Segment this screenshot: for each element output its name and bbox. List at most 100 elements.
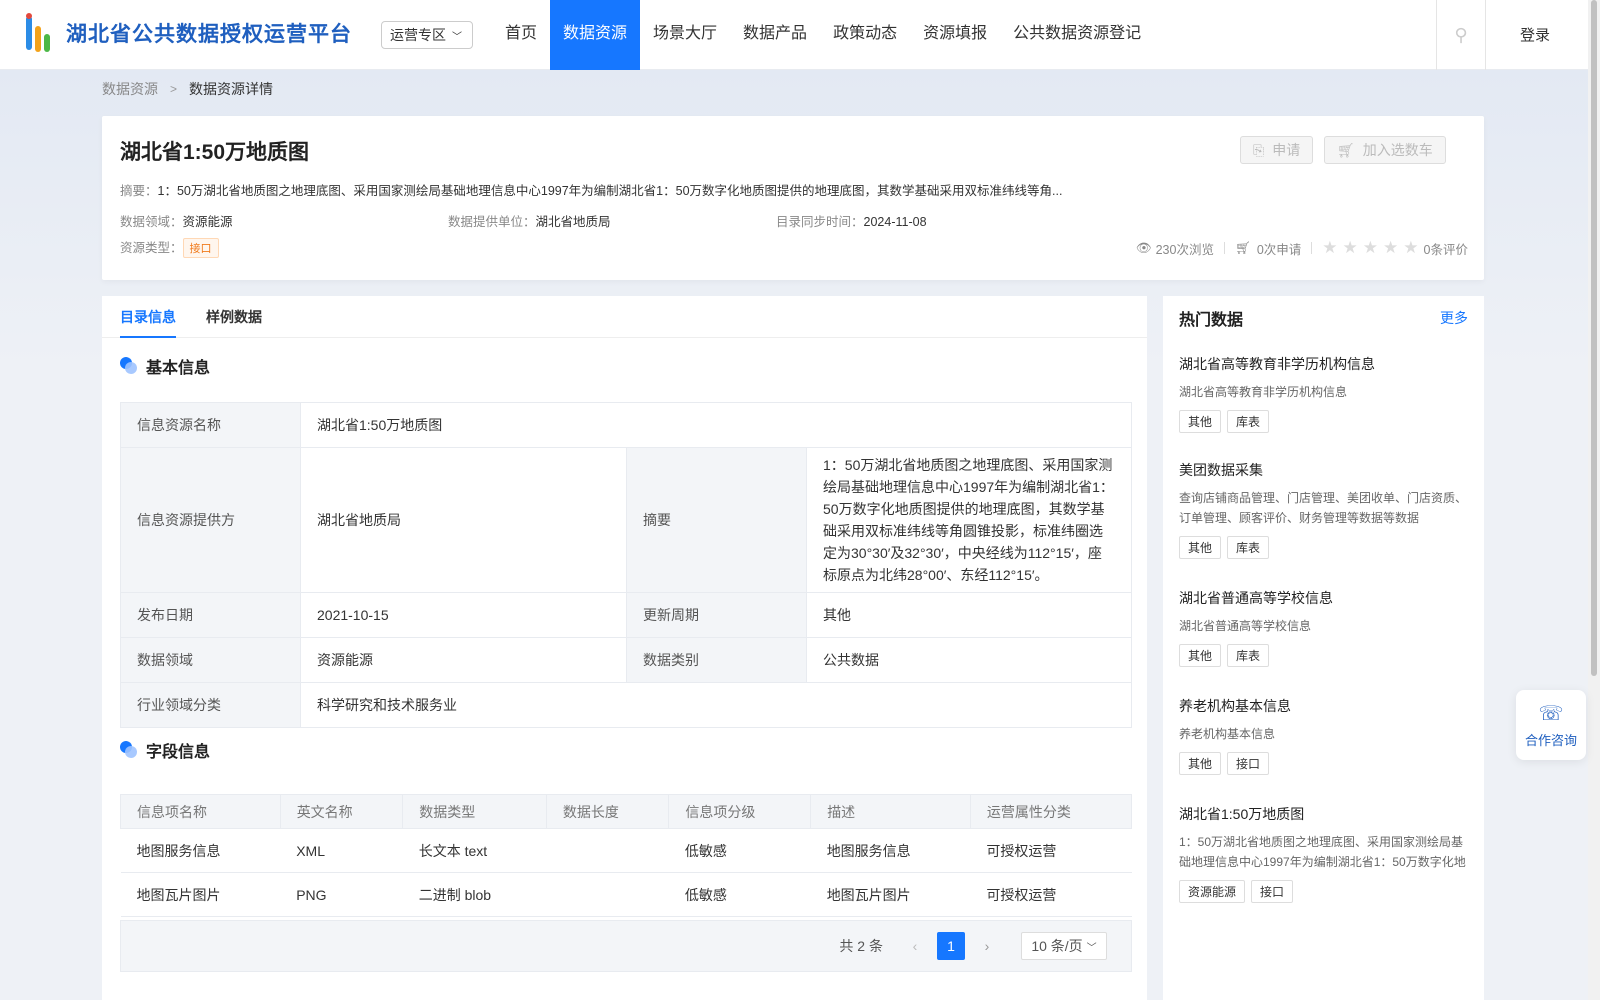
login-link[interactable]: 登录 (1520, 24, 1550, 45)
table-row: 信息资源名称 湖北省1:50万地质图 (120, 402, 1132, 448)
domain-value: 资源能源 (182, 215, 233, 229)
main-panel: 目录信息 样例数据 基本信息 信息资源名称 湖北省1:50万地质图 信息资源提供方… (102, 296, 1147, 1000)
hot-item[interactable]: 美团数据采集 查询店铺商品管理、门店管理、美团收单、门店资质、订单管理、顾客评价、… (1179, 460, 1469, 559)
type-badge: 接口 (182, 238, 219, 258)
table-header-row: 信息项名称 英文名称 数据类型 数据长度 信息项分级 描述 运营属性分类 (120, 794, 1133, 829)
cell-value: 科学研究和技术服务业 (300, 682, 1132, 728)
table-row: 地图瓦片图片 PNG 二进制 blob 低敏感 地图瓦片图片 可授权运营 (120, 872, 1132, 917)
consult-button[interactable]: ☏ 合作咨询 (1516, 690, 1586, 760)
eye-icon: 👁︎ (1135, 240, 1152, 255)
cell-value: 资源能源 (300, 637, 627, 683)
column-header: 运营属性分类 (969, 794, 1133, 829)
nav-registration[interactable]: 公共数据资源登记 (1000, 0, 1154, 70)
hot-item-tags: 其他 库表 (1179, 536, 1469, 559)
reviews-count: 0条评价 (1423, 242, 1468, 257)
field-info-title: 字段信息 (146, 744, 211, 761)
table-cell: PNG (280, 872, 403, 917)
star-icon: ★ (1322, 238, 1338, 257)
scrollbar[interactable] (1588, 0, 1600, 1000)
tag: 接口 (1251, 880, 1294, 903)
more-link[interactable]: 更多 (1440, 308, 1468, 328)
cell-key: 更新周期 (626, 592, 807, 638)
zone-dropdown[interactable]: 运营专区 ﹀ (381, 21, 473, 49)
tag: 资源能源 (1179, 880, 1246, 903)
cell-key: 摘要 (626, 447, 807, 593)
tab-bar: 目录信息 样例数据 (102, 296, 1147, 338)
hot-item[interactable]: 养老机构基本信息 养老机构基本信息 其他 接口 (1179, 696, 1469, 775)
cell-value: 其他 (806, 592, 1132, 638)
hot-item-name[interactable]: 养老机构基本信息 (1179, 696, 1469, 716)
scrollbar-thumb[interactable] (1591, 0, 1597, 676)
hot-item[interactable]: 湖北省1:50万地质图 1：50万湖北省地质图之地理底图、采用国家测绘局基础地理信… (1179, 804, 1469, 903)
fields-table: 信息项名称 英文名称 数据类型 数据长度 信息项分级 描述 运营属性分类 地图服务信息 XML… (120, 794, 1133, 917)
phone-icon: ☏ (1538, 703, 1564, 725)
cell-key: 行业领域分类 (120, 682, 301, 728)
nav-home[interactable]: 首页 (492, 0, 550, 70)
hot-item-name[interactable]: 湖北省高等教育非学历机构信息 (1179, 354, 1469, 374)
search-icon: ⚲ (1454, 24, 1468, 45)
type-info: 资源类型： 接口 (120, 237, 219, 258)
cell-value: 1：50万湖北省地质图之地理底图、采用国家测绘局基础地理信息中心1997年为编制… (806, 447, 1132, 593)
hot-item[interactable]: 湖北省高等教育非学历机构信息 湖北省高等教育非学历机构信息 其他 库表 (1179, 354, 1469, 433)
tab-sample-data[interactable]: 样例数据 (206, 296, 262, 337)
cart-icon: 🛒︎ (1337, 141, 1355, 158)
chevron-right-icon: > (170, 82, 178, 96)
hot-item-tags: 其他 库表 (1179, 410, 1469, 433)
divider (1311, 242, 1313, 254)
page-number[interactable]: 1 (937, 932, 965, 960)
summary: 摘要：1：50万湖北省地质图之地理底图、采用国家测绘局基础地理信息中心1997年… (120, 180, 1110, 199)
tab-catalog-info[interactable]: 目录信息 (120, 296, 176, 338)
tag: 库表 (1227, 644, 1270, 667)
nav-resource-fill[interactable]: 资源填报 (910, 0, 1000, 70)
hot-item-name[interactable]: 美团数据采集 (1179, 460, 1469, 480)
table-cell: 地图瓦片图片 (120, 872, 281, 917)
apply-label: 申请 (1272, 142, 1301, 158)
total-count: 共 2 条 (839, 938, 883, 954)
table-row: 地图服务信息 XML 长文本 text 低敏感 地图服务信息 可授权运营 (120, 828, 1132, 873)
tag: 库表 (1227, 536, 1270, 559)
logo[interactable]: 湖北省公共数据授权运营平台 (18, 10, 352, 56)
hot-item-desc: 湖北省高等教育非学历机构信息 (1179, 385, 1348, 399)
star-icon: ★ (1403, 238, 1419, 257)
hot-item-name[interactable]: 湖北省普通高等学校信息 (1179, 588, 1469, 608)
sync-info: 目录同步时间：2024-11-08 (776, 211, 927, 230)
hot-item-desc: 湖北省普通高等学校信息 (1179, 619, 1312, 633)
hot-data-title: 热门数据 (1179, 312, 1244, 329)
search-button[interactable]: ⚲ (1436, 0, 1486, 70)
table-row: 行业领域分类 科学研究和技术服务业 (120, 682, 1132, 728)
hot-item-name[interactable]: 湖北省1:50万地质图 (1179, 804, 1469, 824)
hot-item-tags: 其他 库表 (1179, 644, 1469, 667)
tag: 库表 (1227, 410, 1270, 433)
nav-data-resources[interactable]: 数据资源 (550, 0, 641, 70)
nav-data-products[interactable]: 数据产品 (730, 0, 820, 70)
resource-header-card: 湖北省1:50万地质图 ⎘ 申请 🛒︎ 加入选数车 摘要：1：50万湖北省地质图之地… (102, 116, 1484, 280)
table-cell: 低敏感 (668, 828, 811, 873)
tag: 其他 (1179, 644, 1222, 667)
column-header: 信息项名称 (120, 794, 281, 829)
nav-scenarios[interactable]: 场景大厅 (640, 0, 730, 70)
star-icon: ★ (1342, 238, 1358, 257)
breadcrumb: 数据资源 > 数据资源详情 (102, 79, 273, 99)
table-cell: 低敏感 (668, 872, 811, 917)
section-dot-icon (120, 741, 138, 759)
hot-item[interactable]: 湖北省普通高等学校信息 湖北省普通高等学校信息 其他 库表 (1179, 588, 1469, 667)
section-dot-icon (120, 357, 138, 375)
table-row: 数据领域 资源能源 数据类别 公共数据 (120, 637, 1132, 683)
table-row: 发布日期 2021-10-15 更新周期 其他 (120, 592, 1132, 638)
star-icon: ★ (1362, 238, 1379, 257)
chevron-down-icon: ﹀ (1086, 942, 1097, 954)
page-size-select[interactable]: 10 条/页 ﹀ (1021, 932, 1107, 960)
basic-info-heading: 基本信息 (120, 354, 210, 378)
prev-page-icon[interactable]: ‹ (901, 932, 929, 960)
cell-value: 公共数据 (806, 637, 1132, 683)
add-cart-button[interactable]: 🛒︎ 加入选数车 (1324, 136, 1446, 164)
field-info-heading: 字段信息 (120, 738, 210, 762)
breadcrumb-link[interactable]: 数据资源 (102, 79, 158, 99)
star-icon: ★ (1383, 238, 1399, 257)
table-cell: 二进制 blob (402, 872, 547, 917)
next-page-icon[interactable]: › (973, 932, 1001, 960)
logo-text: 湖北省公共数据授权运营平台 (66, 23, 352, 46)
nav-policy[interactable]: 政策动态 (820, 0, 910, 70)
apply-button[interactable]: ⎘ 申请 (1240, 136, 1314, 164)
cell-value: 湖北省地质局 (300, 447, 627, 593)
